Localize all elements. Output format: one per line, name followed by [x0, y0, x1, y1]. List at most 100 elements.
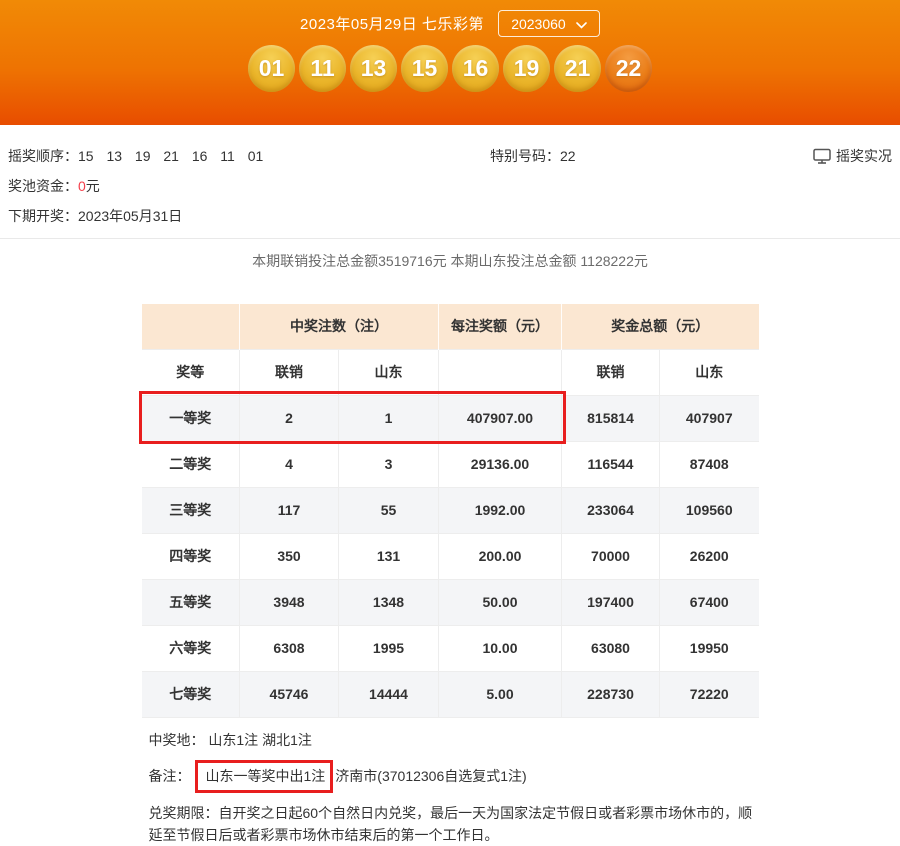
- prize-value-cell: 3948: [239, 579, 339, 626]
- draw-order-label: 摇奖顺序：: [8, 148, 78, 164]
- table-row: 四等奖 350 131 200.00 70000 26200: [141, 533, 759, 580]
- prize-value-cell: 407907: [659, 395, 759, 442]
- prize-value-cell: 50.00: [438, 579, 562, 626]
- prize-value-cell: 26200: [659, 533, 759, 580]
- page-header: 2023年05月29日 七乐彩第 2023060 01 11 13 15 16 19 21 2…: [0, 0, 900, 125]
- special-ball: 22: [605, 45, 652, 92]
- prize-value-cell: 29136.00: [438, 441, 562, 488]
- prize-value-cell: 5.00: [438, 671, 562, 718]
- prize-value-cell: 6308: [239, 625, 339, 672]
- table-group-header-row: 中奖注数（注） 每注奖额（元） 奖金总额（元）: [141, 304, 759, 349]
- lottery-ball: 19: [503, 45, 550, 92]
- header-title-row: 2023年05月29日 七乐彩第 2023060: [0, 0, 900, 37]
- prize-level-cell: 四等奖: [141, 533, 240, 580]
- prize-value-cell: 350: [239, 533, 339, 580]
- sub-header-lianxiao-counts: 联销: [239, 348, 339, 396]
- winning-numbers: 01 11 13 15 16 19 21 22: [0, 45, 900, 92]
- lottery-ball: 21: [554, 45, 601, 92]
- prize-value-cell: 1348: [338, 579, 439, 626]
- prize-value-cell: 1995: [338, 625, 439, 672]
- prize-value-cell: 117: [239, 487, 339, 534]
- prize-table-container: 中奖注数（注） 每注奖额（元） 奖金总额（元） 奖等 联销 山东 联销 山东 一…: [138, 304, 759, 718]
- prize-value-cell: 55: [338, 487, 439, 534]
- prize-value-cell: 63080: [561, 625, 660, 672]
- pool-label: 奖池资金：: [8, 178, 78, 194]
- note-highlighted-text: 山东一等奖中出1注: [205, 767, 326, 784]
- bet-summary: 本期联销投注总金额3519716元 本期山东投注总金额 1128222元: [252, 253, 648, 269]
- prize-level-cell: 七等奖: [141, 671, 240, 718]
- table-row: 六等奖 6308 1995 10.00 63080 19950: [141, 625, 759, 672]
- table-row: 七等奖 45746 14444 5.00 228730 72220: [141, 671, 759, 718]
- table-sub-header-row: 奖等 联销 山东 联销 山东: [141, 348, 759, 396]
- draw-info-section: 摇奖顺序：15 13 19 21 16 11 01 特别号码：22 摇奖实况 奖…: [0, 125, 900, 239]
- prize-level-cell: 六等奖: [141, 625, 240, 672]
- lottery-ball: 13: [350, 45, 397, 92]
- next-draw-value: 2023年05月31日: [78, 208, 183, 224]
- prize-value-cell: 72220: [659, 671, 759, 718]
- prize-value-cell: 2: [239, 395, 339, 442]
- prize-level-cell: 二等奖: [141, 441, 240, 488]
- next-draw-row: 下期开奖： 2023年05月31日: [8, 201, 892, 231]
- sub-header-lianxiao-total: 联销: [561, 348, 660, 396]
- prize-value-cell: 45746: [239, 671, 339, 718]
- lottery-ball: 15: [401, 45, 448, 92]
- note-label: 备注：: [148, 768, 191, 784]
- draw-order-value: 15 13 19 21 16 11 01: [78, 148, 264, 164]
- table-row: 三等奖 117 55 1992.00 233064 109560: [141, 487, 759, 534]
- prize-value-cell: 14444: [338, 671, 439, 718]
- lottery-ball: 16: [452, 45, 499, 92]
- draw-date-title: 2023年05月29日 七乐彩第: [300, 16, 484, 33]
- prize-value-cell: 116544: [561, 441, 660, 488]
- chevron-down-icon: [575, 16, 587, 32]
- group-header-blank: [141, 304, 240, 349]
- sub-header-level: 奖等: [141, 348, 240, 396]
- note-line: 备注： 山东一等奖中出1注 济南市(37012306自选复式1注): [148, 759, 759, 793]
- prize-value-cell: 233064: [561, 487, 660, 534]
- live-draw-label: 摇奖实况: [836, 148, 892, 164]
- monitor-icon: [813, 148, 831, 164]
- issue-select-value: 2023060: [511, 15, 566, 32]
- winning-place-value: 山东1注 湖北1注: [208, 731, 312, 748]
- prize-level-cell: 三等奖: [141, 487, 240, 534]
- prize-value-cell: 70000: [561, 533, 660, 580]
- table-row: 一等奖 2 1 407907.00 815814 407907: [141, 395, 759, 442]
- prize-value-cell: 67400: [659, 579, 759, 626]
- prize-level-cell: 五等奖: [141, 579, 240, 626]
- prize-value-cell: 87408: [659, 441, 759, 488]
- prize-level-cell: 一等奖: [141, 395, 240, 442]
- prize-value-cell: 1: [338, 395, 439, 442]
- group-header-total-prize: 奖金总额（元）: [561, 304, 759, 349]
- issue-select[interactable]: 2023060: [497, 10, 600, 37]
- prize-value-cell: 1992.00: [438, 487, 562, 534]
- draw-order-row: 摇奖顺序：15 13 19 21 16 11 01 特别号码：22 摇奖实况: [8, 141, 892, 171]
- lottery-ball: 11: [299, 45, 346, 92]
- prize-value-cell: 19950: [659, 625, 759, 672]
- table-row: 二等奖 4 3 29136.00 116544 87408: [141, 441, 759, 488]
- sub-header-shandong-counts: 山东: [338, 348, 439, 396]
- special-number-value: 22: [560, 148, 576, 164]
- deadline-label: 兑奖期限：: [148, 804, 219, 821]
- note-rest-text: 济南市(37012306自选复式1注): [335, 768, 527, 784]
- draw-order: 摇奖顺序：15 13 19 21 16 11 01: [8, 141, 490, 171]
- prize-value-cell: 131: [338, 533, 439, 580]
- prize-value-cell: 109560: [659, 487, 759, 534]
- pool-value: 0: [78, 178, 86, 194]
- prize-value-cell: 197400: [561, 579, 660, 626]
- winning-place-line: 中奖地： 山东1注 湖北1注: [149, 730, 759, 751]
- prize-value-cell: 228730: [561, 671, 660, 718]
- prize-table: 中奖注数（注） 每注奖额（元） 奖金总额（元） 奖等 联销 山东 联销 山东 一…: [141, 304, 759, 718]
- deadline-line: 兑奖期限：自开奖之日起60个自然日内兑奖，最后一天为国家法定节假日或者彩票市场休…: [149, 802, 759, 846]
- next-draw-label: 下期开奖：: [8, 208, 78, 224]
- sub-header-blank: [438, 348, 562, 396]
- table-row: 五等奖 3948 1348 50.00 197400 67400: [141, 579, 759, 626]
- special-number: 特别号码：22: [490, 141, 813, 171]
- footer-notes: 中奖地： 山东1注 湖北1注 备注： 山东一等奖中出1注 济南市(3701230…: [142, 718, 759, 846]
- special-number-label: 特别号码：: [490, 148, 560, 164]
- pool-row: 奖池资金： 0 元: [8, 171, 892, 201]
- winning-place-label: 中奖地：: [148, 731, 205, 748]
- live-draw-link[interactable]: 摇奖实况: [813, 141, 892, 171]
- note-highlight-box: 山东一等奖中出1注: [194, 759, 334, 793]
- prize-value-cell: 3: [338, 441, 439, 488]
- pool-unit: 元: [85, 178, 100, 194]
- prize-value-cell: 10.00: [438, 625, 562, 672]
